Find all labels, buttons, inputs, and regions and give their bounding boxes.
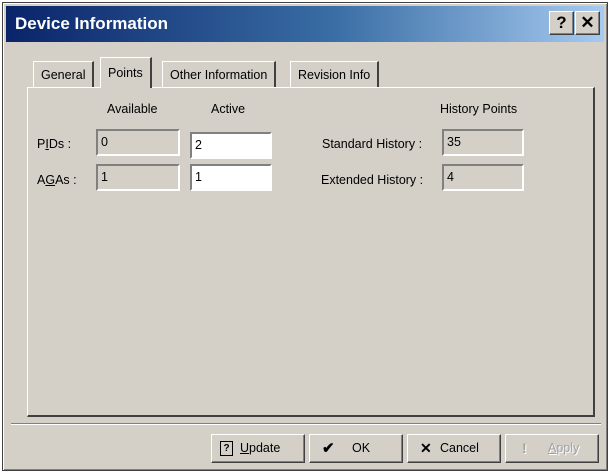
x-icon: ✕ xyxy=(420,440,432,456)
tab-label: Other Information xyxy=(170,68,268,82)
pids-label: PIDs : xyxy=(37,137,72,151)
apply-label: Apply xyxy=(548,441,580,455)
title-bar[interactable]: Device Information ? ✕ xyxy=(6,6,604,42)
tab-revision-info[interactable]: Revision Info xyxy=(290,61,380,87)
standard-history-label: Standard History : xyxy=(322,137,423,151)
history-points-header: History Points xyxy=(440,102,518,116)
extended-history-field: 4 xyxy=(442,164,524,191)
agas-active-input[interactable]: 1 xyxy=(190,164,272,191)
exclamation-icon: ! xyxy=(522,440,527,456)
cancel-label: Cancel xyxy=(440,441,479,455)
tab-label: Revision Info xyxy=(298,68,371,82)
update-button[interactable]: ? Update xyxy=(211,434,305,463)
agas-label: AGAs : xyxy=(37,173,77,187)
extended-history-label: Extended History : xyxy=(321,173,424,187)
update-label: Update xyxy=(240,441,281,455)
pids-available-field: 0 xyxy=(96,129,180,156)
agas-available-field: 1 xyxy=(96,164,180,191)
standard-history-field: 35 xyxy=(442,129,524,156)
checkmark-icon: ✔ xyxy=(322,440,335,457)
apply-button[interactable]: ! Apply xyxy=(505,434,599,463)
tab-general[interactable]: General xyxy=(33,61,95,87)
device-information-dialog: Device Information ? ✕ General Points Ot… xyxy=(2,2,608,471)
button-separator xyxy=(11,423,601,425)
tab-label: Points xyxy=(108,66,143,80)
tab-label: General xyxy=(41,68,86,82)
close-button[interactable]: ✕ xyxy=(575,11,600,35)
cancel-button[interactable]: ✕ Cancel xyxy=(407,434,501,463)
ok-label: OK xyxy=(352,441,371,455)
window-title: Device Information xyxy=(15,14,169,33)
help-button[interactable]: ? xyxy=(549,11,574,35)
help-icon: ? xyxy=(556,13,567,32)
active-header: Active xyxy=(211,102,246,116)
pids-active-input[interactable]: 2 xyxy=(190,132,272,159)
ok-button[interactable]: ✔ OK xyxy=(309,434,403,463)
close-icon: ✕ xyxy=(580,13,595,32)
tab-points[interactable]: Points xyxy=(100,57,152,88)
update-icon: ? xyxy=(220,441,233,456)
tab-other-information[interactable]: Other Information xyxy=(162,61,277,87)
available-header: Available xyxy=(107,102,158,116)
